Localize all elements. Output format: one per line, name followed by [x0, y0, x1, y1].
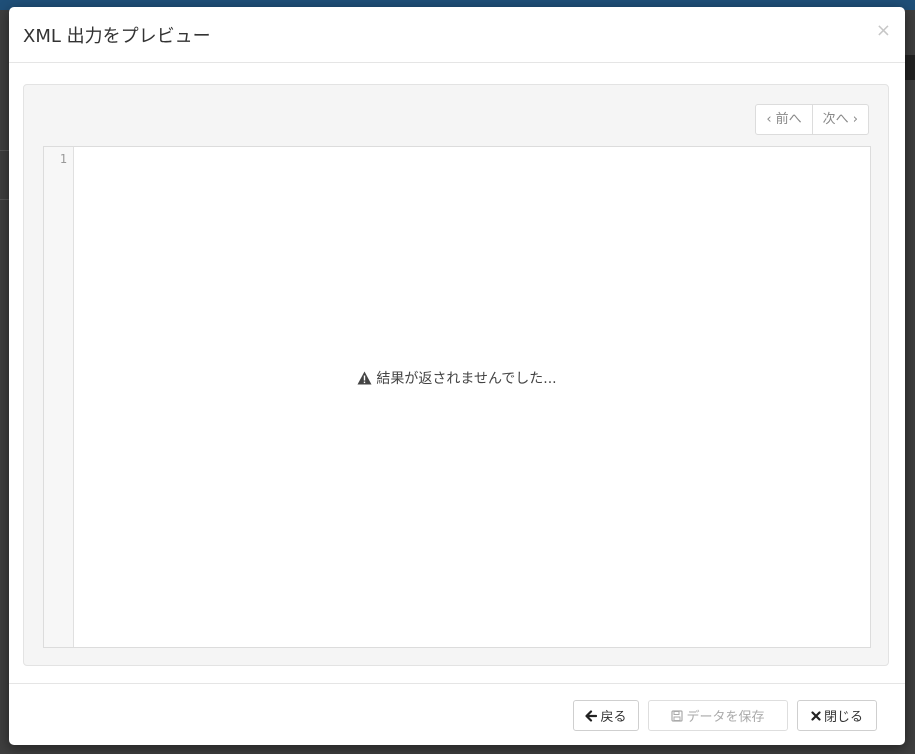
floppy-disk-icon [671, 709, 684, 722]
line-number-gutter: 1 [44, 147, 74, 647]
warning-icon [357, 371, 372, 389]
empty-result-text: 結果が返されませんでした... [376, 371, 557, 387]
prev-button[interactable]: ‹ 前へ [756, 105, 811, 134]
background-toolbar-edge [905, 55, 915, 80]
line-number: 1 [59, 152, 67, 166]
close-button[interactable]: 閉じる [797, 700, 877, 731]
preview-panel: ‹ 前へ 次へ › 1 結果が返されませんでした... [23, 84, 889, 666]
xml-preview-dialog: XML 出力をプレビュー × ‹ 前へ 次へ › 1 結果が返されませんでした.… [9, 7, 905, 745]
save-data-button[interactable]: データを保存 [648, 700, 788, 731]
xml-code-editor[interactable]: 1 結果が返されませんでした... [43, 146, 871, 648]
empty-result-message: 結果が返されませんでした... [44, 368, 870, 389]
dialog-title: XML 出力をプレビュー [23, 26, 211, 47]
save-data-label: データを保存 [686, 710, 765, 725]
dialog-header: XML 出力をプレビュー × [9, 7, 905, 63]
arrow-left-icon [585, 709, 598, 722]
back-button[interactable]: 戻る [573, 700, 639, 731]
back-label: 戻る [600, 710, 627, 725]
close-icon [811, 710, 821, 721]
next-button[interactable]: 次へ › [811, 105, 868, 134]
dialog-footer: 戻る データを保存 閉じる [9, 683, 905, 745]
close-icon[interactable]: × [876, 20, 891, 42]
pager: ‹ 前へ 次へ › [755, 104, 869, 135]
close-label: 閉じる [823, 710, 863, 725]
